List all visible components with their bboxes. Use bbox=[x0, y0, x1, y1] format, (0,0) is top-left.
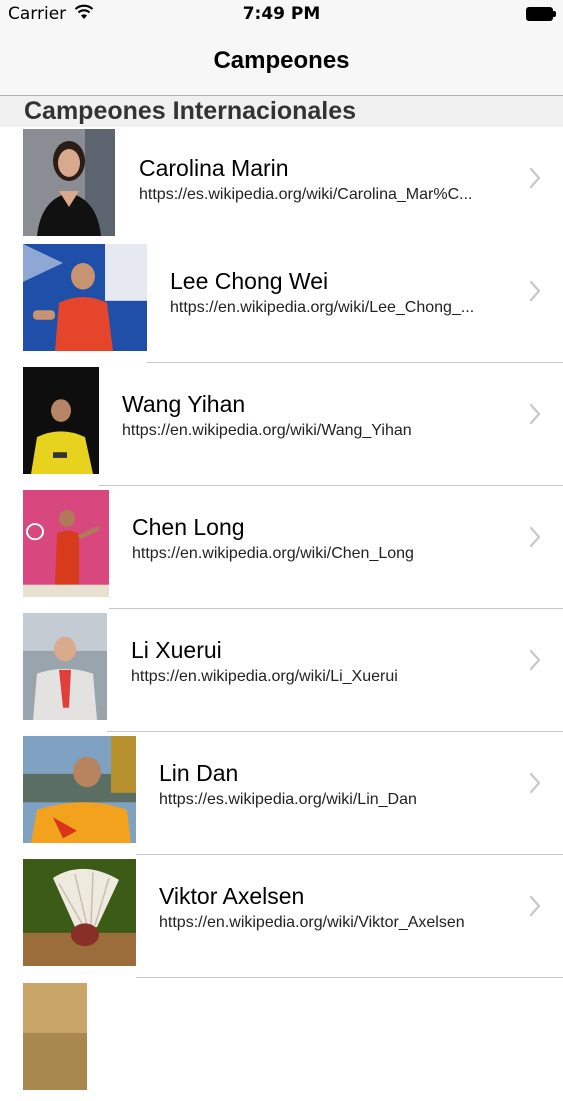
champion-photo bbox=[23, 736, 136, 843]
section-header: Campeones Internacionales bbox=[0, 96, 563, 127]
champion-url: https://es.wikipedia.org/wiki/Carolina_M… bbox=[139, 186, 473, 203]
list-item-viktor-axelsen[interactable]: Viktor Axelsen https://en.wikipedia.org/… bbox=[0, 855, 563, 978]
champion-photo bbox=[23, 983, 87, 1090]
champion-url: https://en.wikipedia.org/wiki/Viktor_Axe… bbox=[159, 914, 465, 931]
status-bar: Carrier 7:49 PM bbox=[0, 0, 563, 30]
champion-name: Chen Long bbox=[132, 514, 245, 540]
battery-icon bbox=[526, 7, 556, 21]
list-item-partial[interactable] bbox=[0, 978, 563, 1101]
chevron-right-icon bbox=[529, 526, 541, 548]
champion-url: https://en.wikipedia.org/wiki/Lee_Chong_… bbox=[170, 299, 475, 316]
chevron-right-icon bbox=[529, 403, 541, 425]
list-item-wang-yihan[interactable]: Wang Yihan https://en.wikipedia.org/wiki… bbox=[0, 363, 563, 486]
list-item-li-xuerui[interactable]: Li Xuerui https://en.wikipedia.org/wiki/… bbox=[0, 609, 563, 732]
champion-url: https://en.wikipedia.org/wiki/Li_Xuerui bbox=[131, 668, 398, 685]
list-item-lee-chong-wei[interactable]: Lee Chong Wei https://en.wikipedia.org/w… bbox=[0, 240, 563, 363]
chevron-right-icon bbox=[529, 280, 541, 302]
chevron-right-icon bbox=[529, 649, 541, 671]
status-time: 7:49 PM bbox=[242, 4, 321, 24]
champion-name: Lin Dan bbox=[159, 760, 239, 786]
list-item-carolina-marin[interactable]: Carolina Marin https://es.wikipedia.org/… bbox=[0, 127, 563, 250]
champion-photo bbox=[23, 859, 136, 966]
list-item-chen-long[interactable]: Chen Long https://en.wikipedia.org/wiki/… bbox=[0, 486, 563, 609]
champion-photo bbox=[23, 244, 147, 351]
list-item-lin-dan[interactable]: Lin Dan https://es.wikipedia.org/wiki/Li… bbox=[0, 732, 563, 855]
champion-photo bbox=[23, 490, 109, 597]
champion-photo bbox=[23, 367, 99, 474]
champion-name: Li Xuerui bbox=[131, 637, 222, 663]
champion-url: https://en.wikipedia.org/wiki/Chen_Long bbox=[132, 545, 414, 562]
champion-photo bbox=[23, 129, 115, 236]
navigation-bar: Campeones bbox=[0, 30, 563, 96]
chevron-right-icon bbox=[529, 167, 541, 189]
section-title: Campeones Internacionales bbox=[24, 97, 357, 125]
champion-name: Lee Chong Wei bbox=[170, 268, 329, 294]
champion-name: Wang Yihan bbox=[122, 391, 246, 417]
page-title: Campeones bbox=[213, 47, 350, 74]
champion-name: Carolina Marin bbox=[139, 155, 289, 181]
chevron-right-icon bbox=[529, 772, 541, 794]
champion-url: https://en.wikipedia.org/wiki/Wang_Yihan bbox=[122, 422, 412, 439]
champion-photo bbox=[23, 613, 107, 720]
chevron-right-icon bbox=[529, 895, 541, 917]
champion-url: https://es.wikipedia.org/wiki/Lin_Dan bbox=[159, 791, 417, 808]
champion-name: Viktor Axelsen bbox=[159, 883, 305, 909]
